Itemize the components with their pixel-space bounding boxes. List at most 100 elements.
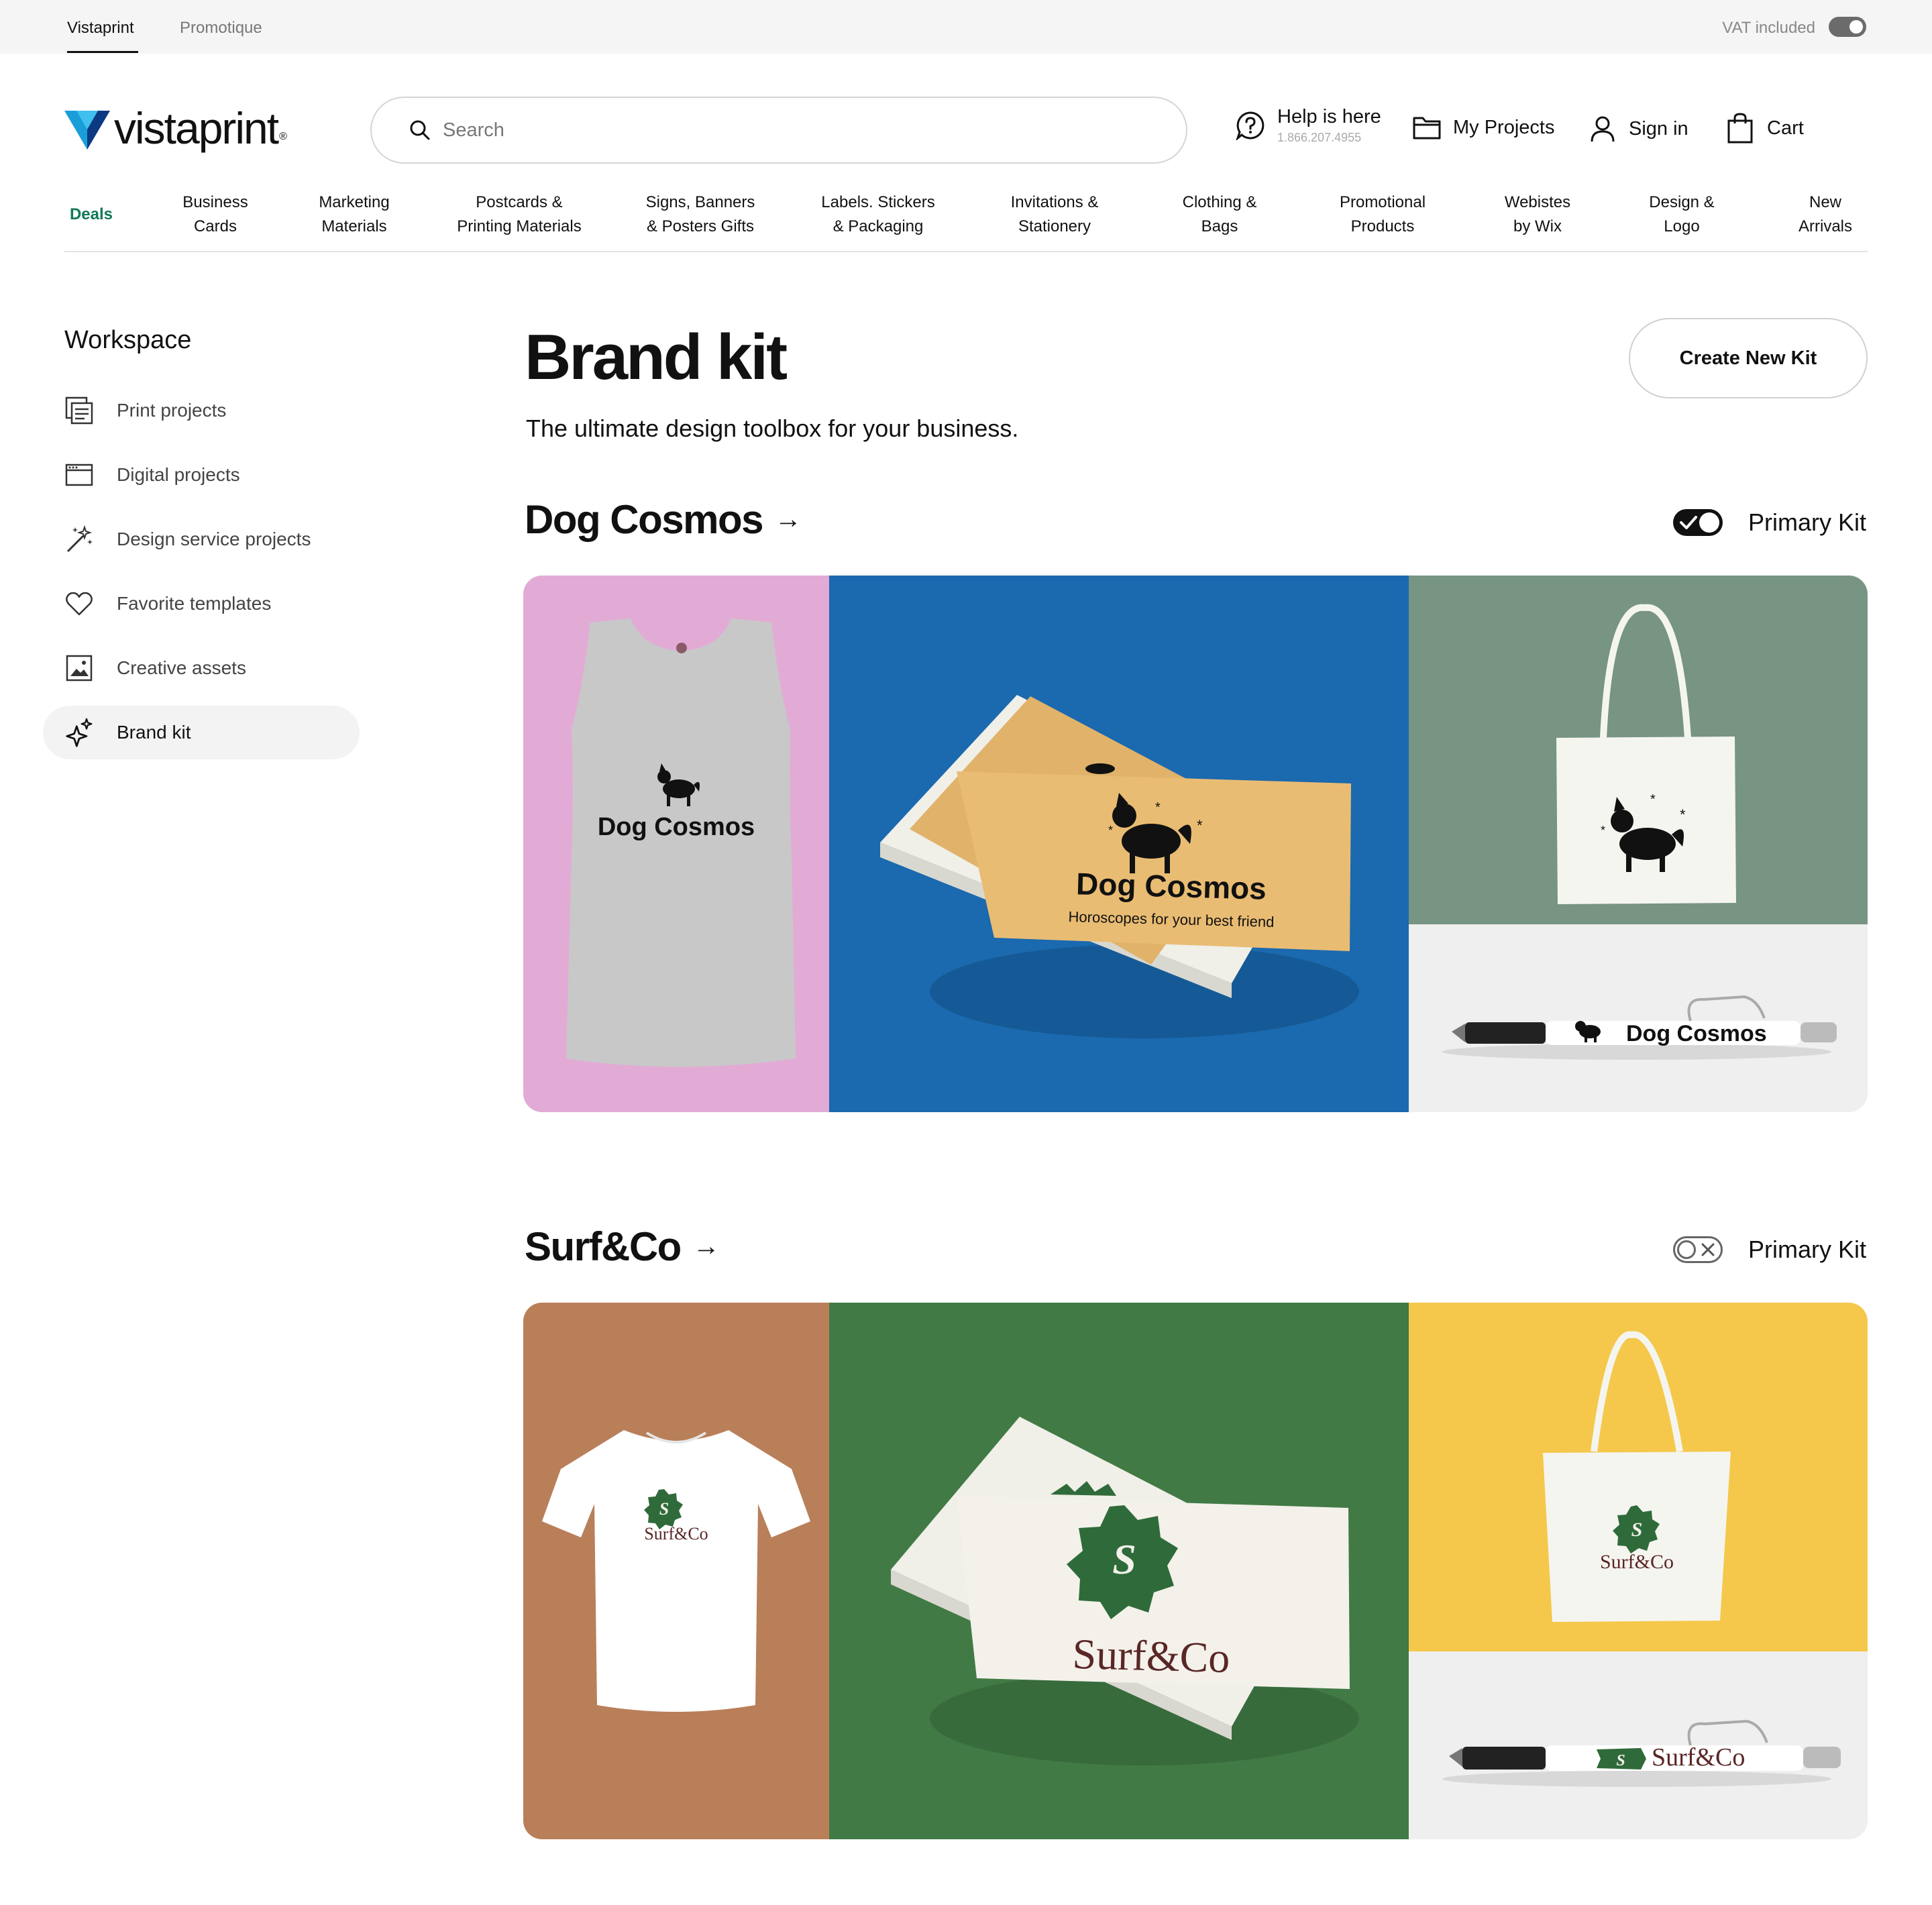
sidebar-item-label: Favorite templates bbox=[117, 593, 272, 614]
pen-mockup: Dog Cosmos bbox=[1409, 924, 1868, 1112]
primary-kit-control-dog-cosmos: Primary Kit bbox=[1673, 508, 1866, 537]
workspace-title: Workspace bbox=[64, 326, 192, 354]
page-title: Brand kit bbox=[525, 321, 788, 393]
folder-icon bbox=[1413, 117, 1441, 140]
business-card-mockup: * * * Dog Cosmos Horoscopes for your bes… bbox=[829, 576, 1409, 1112]
my-projects-label: My Projects bbox=[1453, 116, 1555, 138]
help-chat-icon bbox=[1236, 111, 1265, 140]
primary-kit-toggle[interactable] bbox=[1673, 1236, 1723, 1263]
vistaprint-logo[interactable]: vistaprint ® bbox=[64, 106, 287, 150]
nav-labels-stickers[interactable]: Labels. Stickers & Packaging bbox=[821, 190, 934, 239]
nav-postcards[interactable]: Postcards & Printing Materials bbox=[457, 190, 581, 239]
svg-text:S: S bbox=[1616, 1752, 1625, 1770]
primary-kit-label: Primary Kit bbox=[1748, 508, 1867, 536]
tab-promotique[interactable]: Promotique bbox=[180, 19, 262, 38]
svg-text:*: * bbox=[1197, 817, 1203, 834]
kit-name: Surf&Co bbox=[525, 1224, 682, 1269]
svg-text:*: * bbox=[1680, 806, 1686, 823]
cart-label: Cart bbox=[1767, 117, 1804, 139]
kit-name: Dog Cosmos bbox=[525, 497, 764, 542]
tank-top-brand-text: Dog Cosmos bbox=[597, 813, 755, 841]
sidebar-item-label: Print projects bbox=[117, 400, 227, 421]
active-tab-indicator bbox=[67, 51, 138, 53]
vat-toggle[interactable] bbox=[1829, 17, 1866, 37]
svg-text:S: S bbox=[1112, 1535, 1136, 1583]
search-icon bbox=[410, 120, 430, 140]
create-new-kit-button[interactable]: Create New Kit bbox=[1629, 318, 1868, 398]
user-icon bbox=[1591, 116, 1615, 142]
heart-icon bbox=[64, 589, 94, 618]
tote-bag-mockup: S Surf&Co bbox=[1409, 1303, 1868, 1651]
primary-kit-label: Primary Kit bbox=[1748, 1236, 1867, 1263]
sidebar-item-design-service[interactable]: Design service projects bbox=[43, 512, 360, 566]
my-projects-link[interactable]: My Projects bbox=[1413, 115, 1554, 140]
kit-title-surf-co[interactable]: Surf&Co → bbox=[525, 1223, 720, 1270]
tote-brand-text: Surf&Co bbox=[1599, 1551, 1674, 1573]
sidebar-item-favorite-templates[interactable]: Favorite templates bbox=[43, 577, 360, 631]
top-strip: Vistaprint Promotique VAT included bbox=[0, 0, 1932, 54]
sidebar-item-creative-assets[interactable]: Creative assets bbox=[43, 641, 360, 695]
nav-websites[interactable]: Webistes by Wix bbox=[1505, 190, 1570, 239]
logo-mark-icon bbox=[64, 111, 110, 150]
t-shirt-brand-text: Surf&Co bbox=[644, 1524, 708, 1543]
image-icon bbox=[64, 653, 94, 683]
arrow-right-icon: → bbox=[775, 504, 802, 534]
svg-text:*: * bbox=[1108, 824, 1113, 837]
search-input[interactable] bbox=[441, 118, 1112, 142]
nav-deals[interactable]: Deals bbox=[70, 203, 113, 227]
magic-wand-icon bbox=[64, 525, 94, 554]
sidebar-item-brand-kit[interactable]: Brand kit bbox=[43, 706, 360, 759]
business-card-mockup: S Surf&Co bbox=[829, 1303, 1409, 1839]
svg-text:*: * bbox=[1601, 824, 1605, 837]
nav-new-arrivals[interactable]: New Arrivals bbox=[1799, 190, 1852, 239]
nav-marketing-materials[interactable]: Marketing Materials bbox=[319, 190, 389, 239]
svg-text:S: S bbox=[1631, 1519, 1643, 1541]
sign-in-link[interactable]: Sign in bbox=[1590, 115, 1688, 142]
category-nav: Deals Business Cards Marketing Materials P… bbox=[64, 190, 1868, 252]
nav-invitations[interactable]: Invitations & Stationery bbox=[1011, 190, 1099, 239]
sidebar-item-label: Creative assets bbox=[117, 657, 246, 678]
nav-design-logo[interactable]: Design & Logo bbox=[1649, 190, 1714, 239]
shopping-bag-icon bbox=[1727, 113, 1753, 144]
kit-gallery-surf-co[interactable]: S Surf&Co S Surf&Co S Surf&Co S Surf&Co bbox=[523, 1303, 1868, 1839]
sign-in-label: Sign in bbox=[1629, 117, 1688, 140]
search-bar[interactable] bbox=[370, 97, 1187, 164]
svg-text:*: * bbox=[1650, 792, 1656, 807]
primary-kit-control-surf-co: Primary Kit bbox=[1673, 1236, 1866, 1264]
nav-clothing-bags[interactable]: Clothing & Bags bbox=[1183, 190, 1257, 239]
sidebar-item-label: Brand kit bbox=[117, 722, 191, 743]
tote-bag-mockup: * * * bbox=[1409, 576, 1868, 924]
sidebar-item-label: Design service projects bbox=[117, 529, 311, 549]
sidebar-item-print-projects[interactable]: Print projects bbox=[43, 384, 360, 437]
svg-text:*: * bbox=[1155, 800, 1161, 815]
nav-business-cards[interactable]: Business Cards bbox=[182, 190, 248, 239]
cart-link[interactable]: Cart bbox=[1727, 113, 1804, 144]
help-link[interactable]: Help is here 1.866.207.4955 bbox=[1236, 106, 1381, 145]
logo-registered-mark: ® bbox=[279, 131, 287, 142]
page-subtitle: The ultimate design toolbox for your bus… bbox=[526, 415, 1019, 442]
tab-vistaprint[interactable]: Vistaprint bbox=[67, 19, 134, 38]
kit-title-dog-cosmos[interactable]: Dog Cosmos → bbox=[525, 496, 802, 543]
nav-signs-banners[interactable]: Signs, Banners & Posters Gifts bbox=[646, 190, 755, 239]
nav-promotional-products[interactable]: Promotional Products bbox=[1340, 190, 1426, 239]
help-title: Help is here bbox=[1277, 106, 1381, 127]
pen-brand-text: Surf&Co bbox=[1652, 1743, 1746, 1772]
sparkle-icon bbox=[64, 718, 94, 747]
kit-gallery-dog-cosmos[interactable]: Dog Cosmos * * * Dog Cosmos Horoscopes f… bbox=[523, 576, 1868, 1112]
help-phone: 1.866.207.4955 bbox=[1277, 131, 1362, 144]
arrow-right-icon: → bbox=[692, 1232, 720, 1261]
vat-label: VAT included bbox=[1722, 19, 1815, 37]
browser-window-icon bbox=[64, 460, 94, 490]
svg-text:S: S bbox=[659, 1499, 669, 1519]
print-projects-icon bbox=[64, 396, 94, 425]
pen-brand-text: Dog Cosmos bbox=[1626, 1021, 1767, 1046]
logo-wordmark: vistaprint bbox=[114, 103, 279, 153]
card-brand-text: Surf&Co bbox=[1071, 1629, 1231, 1682]
tank-top-mockup: Dog Cosmos bbox=[523, 576, 829, 1112]
primary-kit-toggle[interactable] bbox=[1673, 509, 1723, 536]
t-shirt-mockup: S Surf&Co bbox=[523, 1303, 829, 1839]
pen-mockup: S Surf&Co bbox=[1409, 1651, 1868, 1839]
x-icon bbox=[1701, 1243, 1715, 1256]
sidebar-item-digital-projects[interactable]: Digital projects bbox=[43, 448, 360, 502]
sidebar-item-label: Digital projects bbox=[117, 464, 240, 485]
